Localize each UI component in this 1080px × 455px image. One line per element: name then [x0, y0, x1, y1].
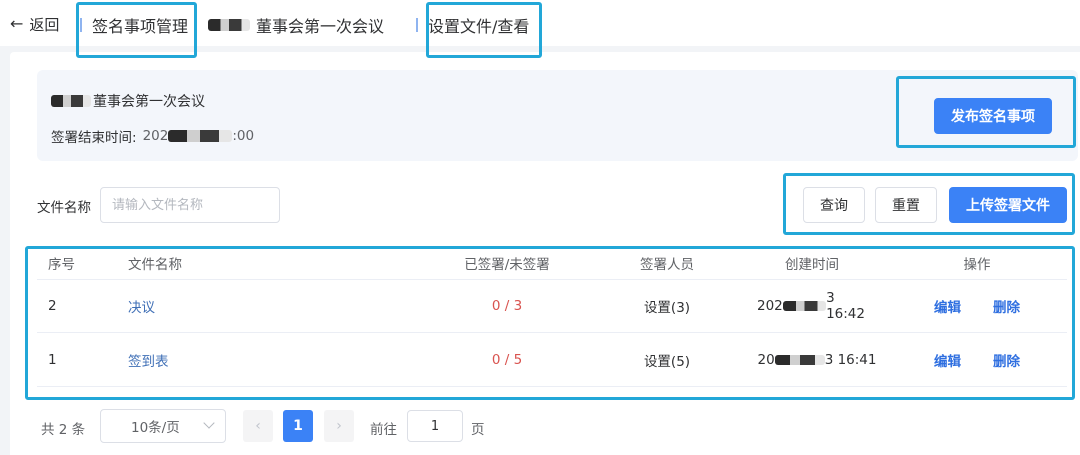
created-prefix: 202 [757, 298, 783, 314]
breadcrumb-label: 董事会第一次会议 [256, 17, 385, 36]
row-sign-count: 0 / 5 [491, 352, 523, 368]
chevron-down-icon [203, 417, 215, 429]
row-sign-count: 0 / 3 [491, 298, 523, 314]
goto-unit: 页 [471, 422, 485, 438]
created-suffix: 3 16:41 [824, 352, 877, 368]
breadcrumb-separator [80, 18, 82, 32]
chevron-right-icon: › [336, 418, 342, 434]
prev-page-button[interactable]: ‹ [243, 410, 273, 442]
edit-button[interactable]: 编辑 [934, 296, 961, 316]
row-created-time: 20 3 16:41 [757, 334, 877, 386]
end-time-suffix: :00 [232, 128, 255, 144]
redacted-text [782, 301, 827, 311]
meeting-name: 董事会第一次会议 [51, 91, 205, 111]
header-created-time: 创建时间 [785, 257, 839, 273]
breadcrumb-signing-matters[interactable]: 签名事项管理 [80, 14, 188, 36]
header-file-name: 文件名称 [128, 257, 182, 273]
goto-label: 前往 [370, 422, 397, 438]
row-file-link[interactable]: 决议 [128, 280, 155, 332]
row-actions: 编辑 删除 [917, 280, 1037, 332]
header-signers: 签署人员 [640, 257, 694, 273]
header-sign-status: 已签署/未签署 [464, 257, 550, 273]
created-suffix: 3 16:42 [826, 290, 865, 322]
end-time-prefix: 202 [142, 128, 169, 144]
query-button[interactable]: 查询 [803, 187, 865, 223]
next-page-button[interactable]: › [324, 410, 354, 442]
delete-button[interactable]: 删除 [993, 350, 1020, 370]
header-actions: 操作 [963, 257, 991, 273]
meeting-info-card [37, 70, 1078, 161]
arrow-left-icon: ← [10, 14, 24, 33]
pagination-total: 共 2 条 [41, 422, 86, 438]
publish-signing-button[interactable]: 发布签名事项 [934, 98, 1052, 134]
file-table: 序号 文件名称 已签署/未签署 签署人员 创建时间 操作 2 决议 0 / 3 … [37, 248, 1067, 388]
back-button[interactable]: ← 返回 [10, 14, 59, 34]
delete-button[interactable]: 删除 [993, 296, 1020, 316]
breadcrumb-label: 签名事项管理 [92, 17, 189, 36]
redacted-text [208, 19, 250, 31]
table-row: 2 决议 0 / 3 设置(3) 202 3 16:42 编辑 删除 [37, 280, 1067, 333]
row-actions: 编辑 删除 [917, 334, 1037, 386]
redacted-text [168, 130, 233, 142]
reset-button[interactable]: 重置 [875, 187, 937, 223]
top-bar: ← 返回 签名事项管理 董事会第一次会议 设置文件/查看 [0, 0, 1080, 46]
header-seq: 序号 [48, 257, 75, 273]
created-prefix: 20 [757, 352, 775, 368]
row-signer-setting[interactable]: 设置(3) [607, 280, 727, 332]
goto-page-input[interactable] [407, 410, 463, 442]
row-seq: 1 [48, 352, 57, 368]
table-row: 1 签到表 0 / 5 设置(5) 20 3 16:41 编辑 删除 [37, 334, 1067, 387]
redacted-text [774, 355, 825, 365]
meeting-end-time: 签署结束时间: 202 :00 [51, 126, 254, 146]
edit-button[interactable]: 编辑 [934, 350, 961, 370]
upload-file-button[interactable]: 上传签署文件 [949, 187, 1067, 223]
breadcrumb-label: 设置文件/查看 [428, 17, 530, 36]
breadcrumb-file-settings: 设置文件/查看 [416, 14, 529, 36]
page-number-current[interactable]: 1 [283, 410, 313, 442]
end-time-label: 签署结束时间: [51, 130, 137, 146]
file-name-input[interactable] [100, 187, 280, 223]
redacted-text [51, 95, 91, 107]
page-size-select[interactable]: 10条/页 [100, 409, 226, 443]
file-name-label: 文件名称 [37, 200, 91, 216]
row-created-time: 202 3 16:42 [757, 280, 877, 332]
breadcrumb-meeting[interactable]: 董事会第一次会议 [208, 14, 384, 36]
page-size-value: 10条/页 [131, 420, 180, 436]
row-signer-setting[interactable]: 设置(5) [607, 334, 727, 386]
row-file-link[interactable]: 签到表 [128, 334, 169, 386]
table-header: 序号 文件名称 已签署/未签署 签署人员 创建时间 操作 [37, 248, 1067, 280]
end-time-value: 202 :00 [143, 128, 255, 144]
row-seq: 2 [48, 298, 57, 314]
back-label: 返回 [29, 15, 60, 34]
meeting-name-text: 董事会第一次会议 [93, 94, 205, 110]
breadcrumb-separator [416, 18, 418, 32]
chevron-left-icon: ‹ [255, 418, 261, 434]
